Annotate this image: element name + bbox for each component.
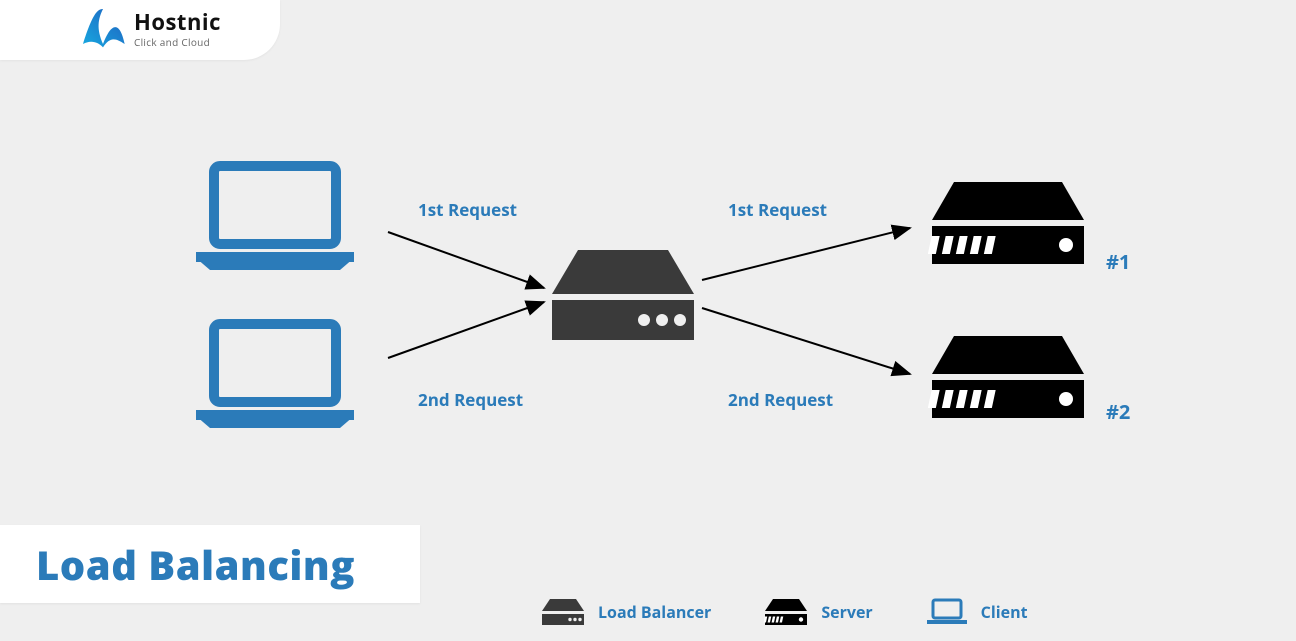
legend-label-client: Client xyxy=(981,601,1028,623)
legend-item-server: Server xyxy=(763,597,872,627)
label-2nd-request-right: 2nd Request xyxy=(728,388,833,411)
arrows-layer xyxy=(0,0,1296,641)
label-1st-request-right: 1st Request xyxy=(728,198,827,221)
server-icon xyxy=(763,597,809,627)
legend-item-client: Client xyxy=(925,597,1028,627)
label-2nd-request-left: 2nd Request xyxy=(418,388,523,411)
label-1st-request-left: 1st Request xyxy=(418,198,517,221)
load-balancer-icon xyxy=(540,597,586,627)
client-laptop-icon xyxy=(925,597,969,627)
legend-label-lb: Load Balancer xyxy=(598,601,711,623)
legend-label-server: Server xyxy=(821,601,872,623)
legend-item-load-balancer: Load Balancer xyxy=(540,597,711,627)
legend: Load Balancer Server Client xyxy=(540,597,1028,627)
